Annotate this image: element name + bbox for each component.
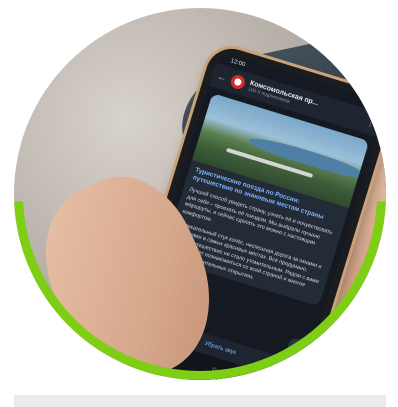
card-shadow [14, 395, 386, 407]
more-vert-icon[interactable]: ⋮ [366, 117, 376, 128]
status-time: 12:00 [229, 58, 246, 69]
back-arrow-icon[interactable]: ← [216, 71, 228, 83]
channel-avatar[interactable] [229, 73, 247, 91]
status-icons: ▾ ▮ [363, 99, 373, 108]
